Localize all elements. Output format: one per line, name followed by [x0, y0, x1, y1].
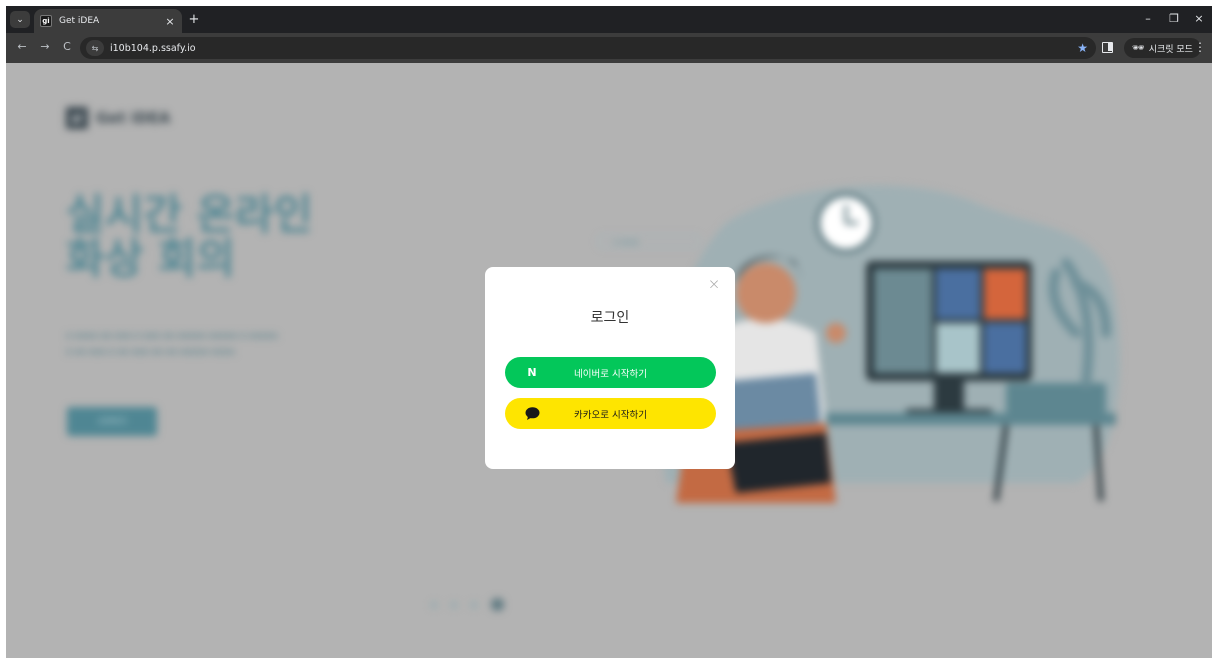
carousel-dot-2[interactable]: [451, 601, 457, 608]
site-logo: gi Get iDEA: [66, 107, 170, 129]
hero-title: 실시간 온라인 화상 회의: [66, 193, 312, 281]
browser-window: ⌄ gi Get iDEA × + – ❐ × ← → C ⇆ i10b104.…: [6, 6, 1212, 658]
incognito-icon: 🕶: [1132, 42, 1145, 54]
person-head: [736, 263, 796, 323]
back-icon[interactable]: ←: [14, 40, 30, 53]
favicon-icon: gi: [40, 15, 52, 27]
bookmark-star-icon[interactable]: ★: [1077, 41, 1088, 55]
carousel-dots: [431, 598, 518, 611]
modal-title: 로그인: [590, 310, 630, 326]
reload-icon[interactable]: C: [59, 40, 75, 53]
desk: [796, 413, 1116, 425]
tab-close-icon[interactable]: ×: [162, 15, 178, 28]
carousel-dot-4[interactable]: [491, 598, 504, 611]
start-button[interactable]: 시작하기: [67, 407, 157, 436]
hero-title-line-1: 실시간 온라인: [66, 190, 313, 239]
close-window-icon[interactable]: ×: [1189, 12, 1209, 25]
new-tab-button[interactable]: +: [186, 11, 202, 27]
tab-title: Get iDEA: [59, 16, 100, 26]
forward-icon[interactable]: →: [37, 40, 53, 53]
incognito-badge[interactable]: 🕶 시크릿 모드: [1124, 38, 1201, 58]
minimize-icon[interactable]: –: [1138, 12, 1158, 25]
logo-text: Get iDEA: [96, 109, 171, 127]
hero-title-line-2: 화상 회의: [66, 234, 236, 283]
tab-bar: ⌄ gi Get iDEA × + – ❐ ×: [6, 6, 1212, 33]
login-modal: × 로그인 N 네이버로 시작하기 카카오로 시작하기: [485, 267, 735, 469]
site-info-icon[interactable]: ⇆: [86, 40, 104, 56]
carousel-dot-3[interactable]: [471, 601, 477, 608]
tab-search-icon[interactable]: ⌄: [10, 11, 30, 28]
naver-icon: N: [527, 366, 537, 379]
side-panel-icon[interactable]: [1102, 42, 1113, 53]
tab-get-idea[interactable]: gi Get iDEA ×: [34, 9, 182, 33]
modal-close-icon[interactable]: ×: [705, 275, 723, 293]
carousel-dot-1[interactable]: [431, 601, 437, 608]
description-line-2: ▪ ▪▪ ▪▪▪ ▪ ▪▪ ▪▪▪ ▪▪ ▪▪ ▪▪▪▪▪ ▪▪▪▪.: [66, 347, 238, 357]
kakao-login-button[interactable]: 카카오로 시작하기: [505, 398, 716, 429]
browser-toolbar: ← → C ⇆ i10b104.p.ssafy.io ★ 🕶 시크릿 모드 ⋮: [6, 33, 1212, 63]
logo-mark: gi: [66, 107, 88, 129]
browser-menu-icon[interactable]: ⋮: [1194, 40, 1206, 54]
naver-login-button[interactable]: N 네이버로 시작하기: [505, 357, 716, 388]
description-line-1: ▪ ▪▪▪▪ ▪▪ ▪▪▪ ▪ ▪▪▪ ▪▪ ▪▪▪▪▪ ▪▪▪▪▪ ▪ ▪▪▪…: [66, 331, 281, 341]
restore-icon[interactable]: ❐: [1164, 12, 1184, 25]
address-bar[interactable]: ⇆ i10b104.p.ssafy.io ★: [80, 37, 1096, 59]
incognito-label: 시크릿 모드: [1148, 44, 1193, 55]
page-viewport: gi Get iDEA 실시간 온라인 화상 회의 ▪ ▪▪▪▪ ▪▪ ▪▪▪ …: [6, 63, 1212, 658]
hero-description: ▪ ▪▪▪▪ ▪▪ ▪▪▪ ▪ ▪▪▪ ▪▪ ▪▪▪▪▪ ▪▪▪▪▪ ▪ ▪▪▪…: [66, 328, 280, 360]
speech-bubble-icon: [523, 398, 541, 429]
url-text[interactable]: i10b104.p.ssafy.io: [110, 43, 1077, 54]
